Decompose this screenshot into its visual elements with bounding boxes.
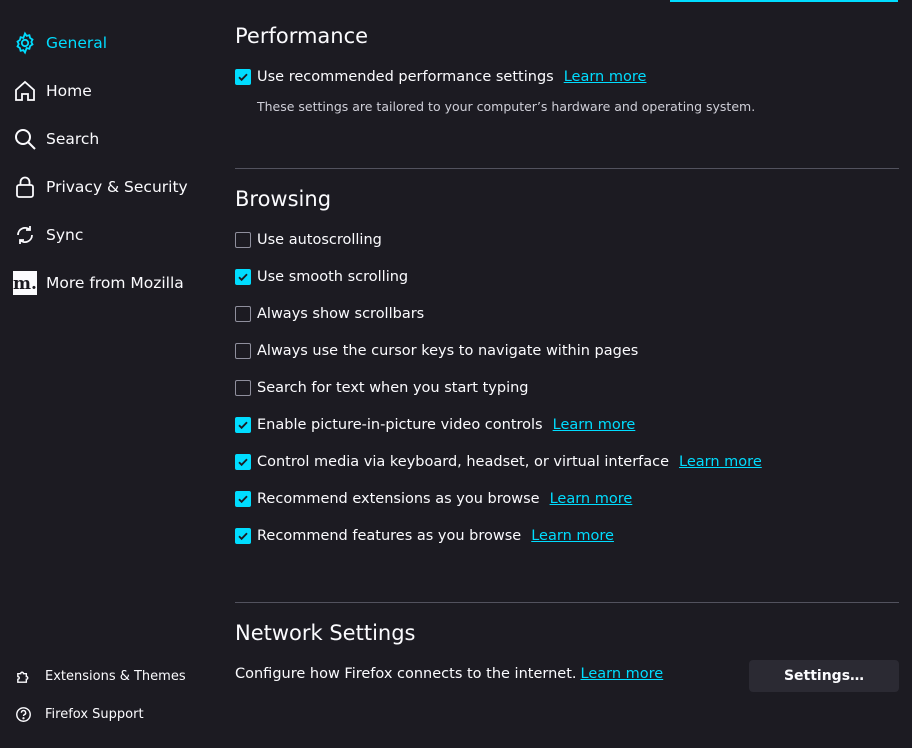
- mozilla-icon: m.: [12, 270, 38, 296]
- performance-recommended-checkbox[interactable]: [235, 69, 251, 85]
- browsing-option-label[interactable]: Always show scrollbars: [257, 306, 424, 322]
- browsing-option-checkbox[interactable]: [235, 454, 251, 470]
- browsing-option-label[interactable]: Use autoscrolling: [257, 232, 382, 248]
- browsing-option-checkbox[interactable]: [235, 417, 251, 433]
- check-icon: [238, 73, 248, 82]
- svg-text:m.: m.: [13, 274, 37, 294]
- check-icon: [238, 421, 248, 430]
- sidebar-item-label: Home: [46, 82, 92, 100]
- lock-icon: [12, 174, 38, 200]
- sidebar-item-more-from-mozilla[interactable]: m. More from Mozilla: [12, 265, 202, 301]
- help-icon: [14, 705, 32, 723]
- check-icon: [238, 273, 248, 282]
- check-icon: [238, 532, 248, 541]
- main-content: Performance Use recommended performance …: [235, 0, 899, 748]
- browsing-heading: Browsing: [235, 187, 332, 211]
- sidebar-footer-label: Extensions & Themes: [45, 668, 186, 684]
- sidebar-extensions-themes-link[interactable]: Extensions & Themes: [14, 663, 204, 689]
- check-icon: [238, 458, 248, 467]
- browsing-option-checkbox[interactable]: [235, 343, 251, 359]
- sidebar-item-label: Sync: [46, 226, 84, 244]
- network-description-row: Configure how Firefox connects to the in…: [235, 666, 663, 682]
- browsing-learn-more-link[interactable]: Learn more: [679, 454, 762, 470]
- browsing-learn-more-link[interactable]: Learn more: [531, 528, 614, 544]
- home-icon: [12, 78, 38, 104]
- sync-icon: [12, 222, 38, 248]
- browsing-option-row: Control media via keyboard, headset, or …: [235, 450, 762, 474]
- browsing-option-row: Recommend features as you browse Learn mo…: [235, 524, 614, 548]
- browsing-option-label[interactable]: Recommend extensions as you browse: [257, 491, 540, 507]
- browsing-option-label[interactable]: Search for text when you start typing: [257, 380, 529, 396]
- network-learn-more-link[interactable]: Learn more: [581, 666, 664, 682]
- check-icon: [238, 495, 248, 504]
- performance-recommended-label[interactable]: Use recommended performance settings: [257, 69, 554, 85]
- performance-recommended-row: Use recommended performance settings Lea…: [235, 65, 646, 89]
- browsing-option-checkbox[interactable]: [235, 232, 251, 248]
- performance-description: These settings are tailored to your comp…: [257, 99, 756, 114]
- browsing-learn-more-link[interactable]: Learn more: [553, 417, 636, 433]
- network-description: Configure how Firefox connects to the in…: [235, 666, 577, 682]
- browsing-option-label[interactable]: Recommend features as you browse: [257, 528, 521, 544]
- section-divider: [235, 168, 899, 169]
- sidebar-item-home[interactable]: Home: [12, 73, 202, 109]
- browsing-option-label[interactable]: Control media via keyboard, headset, or …: [257, 454, 669, 470]
- performance-learn-more-link[interactable]: Learn more: [564, 69, 647, 85]
- section-divider: [235, 602, 899, 603]
- sidebar-item-label: Search: [46, 130, 100, 148]
- puzzle-icon: [14, 667, 32, 685]
- sidebar-item-general[interactable]: General: [12, 25, 202, 61]
- sidebar: General Home Search Privacy & Security S…: [0, 0, 210, 748]
- browsing-option-label[interactable]: Always use the cursor keys to navigate w…: [257, 343, 638, 359]
- browsing-option-checkbox[interactable]: [235, 380, 251, 396]
- browsing-option-checkbox[interactable]: [235, 528, 251, 544]
- network-heading: Network Settings: [235, 621, 416, 645]
- sidebar-footer-label: Firefox Support: [45, 706, 144, 722]
- sidebar-item-label: More from Mozilla: [46, 274, 184, 292]
- sidebar-item-label: Privacy & Security: [46, 178, 188, 196]
- sidebar-firefox-support-link[interactable]: Firefox Support: [14, 701, 204, 727]
- browsing-option-row: Use autoscrolling: [235, 228, 382, 252]
- sidebar-item-search[interactable]: Search: [12, 121, 202, 157]
- browsing-option-row: Use smooth scrolling: [235, 265, 408, 289]
- sidebar-item-sync[interactable]: Sync: [12, 217, 202, 253]
- browsing-option-row: Always use the cursor keys to navigate w…: [235, 339, 638, 363]
- browsing-learn-more-link[interactable]: Learn more: [550, 491, 633, 507]
- browsing-option-row: Search for text when you start typing: [235, 376, 529, 400]
- performance-heading: Performance: [235, 24, 369, 48]
- browsing-option-row: Recommend extensions as you browse Learn …: [235, 487, 632, 511]
- sidebar-item-label: General: [46, 34, 108, 52]
- browsing-option-checkbox[interactable]: [235, 491, 251, 507]
- network-settings-button[interactable]: Settings…: [749, 660, 899, 692]
- browsing-option-label[interactable]: Use smooth scrolling: [257, 269, 408, 285]
- browsing-option-checkbox[interactable]: [235, 306, 251, 322]
- scroll-accent-bar: [670, 0, 898, 2]
- browsing-option-label[interactable]: Enable picture-in-picture video controls: [257, 417, 543, 433]
- search-icon: [12, 126, 38, 152]
- browsing-option-row: Enable picture-in-picture video controls…: [235, 413, 635, 437]
- browsing-option-checkbox[interactable]: [235, 269, 251, 285]
- gear-icon: [12, 30, 38, 56]
- browsing-option-row: Always show scrollbars: [235, 302, 424, 326]
- sidebar-item-privacy[interactable]: Privacy & Security: [12, 169, 202, 205]
